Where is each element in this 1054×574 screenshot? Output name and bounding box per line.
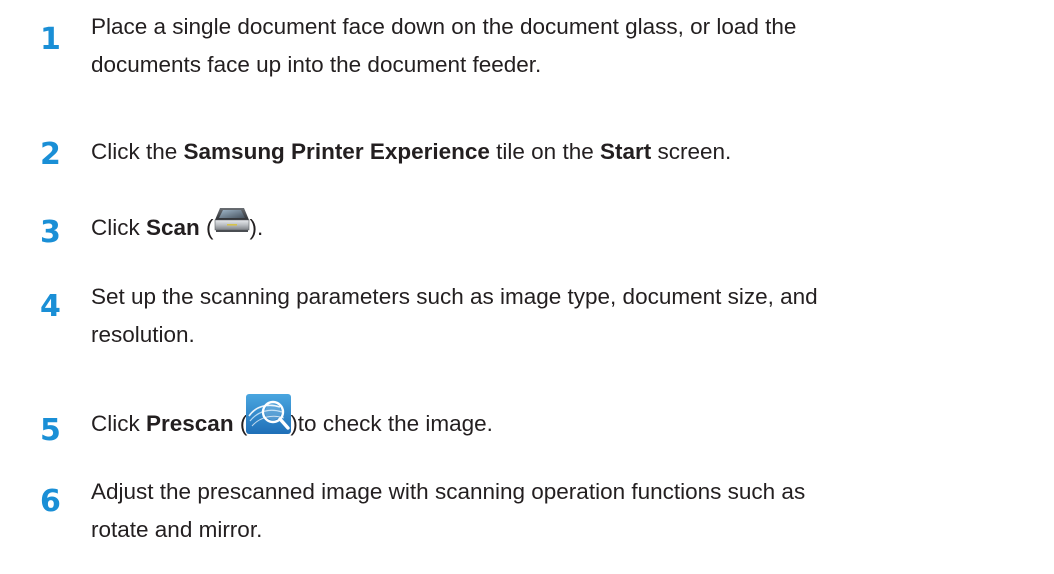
prescan-label: Prescan <box>146 410 234 436</box>
step-text: Click Prescan ( )to check the image. <box>91 394 1041 451</box>
step-number: 4 <box>40 289 61 324</box>
step-text-part: Click the <box>91 139 184 164</box>
step-text-line: resolution. <box>91 322 195 347</box>
scanner-icon <box>214 208 250 249</box>
step-text-part: )to check the image. <box>290 410 493 436</box>
instructions-page: { "steps": [ { "number": "1", "line1": "… <box>0 0 1054 574</box>
step-number: 2 <box>40 137 61 172</box>
step-text-line: Set up the scanning parameters such as i… <box>91 284 818 309</box>
step-text-part: screen. <box>651 139 732 164</box>
step-text-part: ( <box>233 410 248 436</box>
step-text: Set up the scanning parameters such as i… <box>91 278 1041 354</box>
prescan-magnifier-icon <box>246 394 292 451</box>
step-text-part: ( <box>199 215 214 240</box>
step-text-line: Adjust the prescanned image with scannin… <box>91 479 806 504</box>
step-number: 5 <box>40 413 61 448</box>
start-screen-label: Start <box>599 139 652 164</box>
step-text-line: rotate and mirror. <box>91 517 263 542</box>
step-text: Click Scan ( ). <box>91 208 1041 249</box>
step-text: Click the Samsung Printer Experience til… <box>91 133 1041 171</box>
step-text-part: Click <box>91 410 146 436</box>
step-text: Place a single document face down on the… <box>91 8 1041 84</box>
step-text-part: tile on the <box>489 139 600 164</box>
step-text-part: ). <box>249 215 264 240</box>
scan-label: Scan <box>146 215 200 240</box>
step-text-line: documents face up into the document feed… <box>91 52 542 77</box>
step-number: 1 <box>40 22 61 57</box>
app-name: Samsung Printer Experience <box>183 139 490 164</box>
step-number: 3 <box>40 215 61 250</box>
step-number: 6 <box>40 484 61 519</box>
step-text: Adjust the prescanned image with scannin… <box>91 473 1041 549</box>
step-text-line: Place a single document face down on the… <box>91 14 797 39</box>
step-text-part: Click <box>91 215 146 240</box>
